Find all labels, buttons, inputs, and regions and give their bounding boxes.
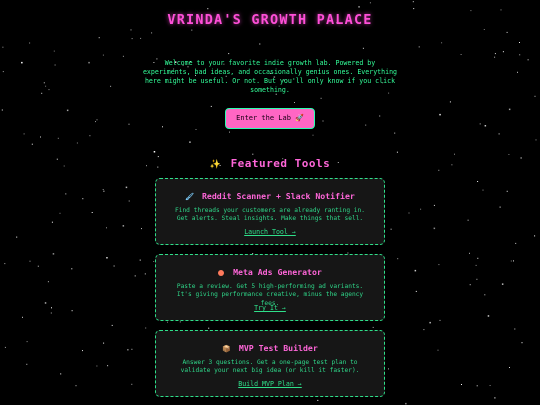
try-it-link[interactable]: Try It → bbox=[156, 304, 384, 312]
box-icon: 📦 bbox=[222, 345, 231, 353]
red-dot-icon bbox=[218, 269, 225, 276]
tool-title-label: Reddit Scanner + Slack Notifier bbox=[202, 191, 355, 201]
page: VRINDA'S GROWTH PALACE Welcome to your f… bbox=[0, 0, 540, 405]
tool-description: Answer 3 questions. Get a one-page test … bbox=[180, 359, 360, 375]
tool-card-reddit-scanner: 🖌 Reddit Scanner + Slack Notifier Find t… bbox=[155, 178, 385, 245]
featured-tools-heading: ✨ Featured Tools bbox=[0, 157, 540, 170]
tool-description: Find threads your customers are already … bbox=[175, 207, 365, 223]
tool-title-label: MVP Test Builder bbox=[238, 343, 318, 353]
launch-tool-link[interactable]: Launch Tool → bbox=[156, 228, 384, 236]
brush-icon: 🖌 bbox=[185, 193, 195, 201]
tool-title: Meta Ads Generator bbox=[156, 267, 384, 277]
sparkle-icon: ✨ bbox=[209, 160, 222, 170]
tool-title: 📦 MVP Test Builder bbox=[156, 343, 384, 353]
tool-title-label: Meta Ads Generator bbox=[233, 267, 322, 277]
build-mvp-plan-link[interactable]: Build MVP Plan → bbox=[156, 380, 384, 388]
tool-title: 🖌 Reddit Scanner + Slack Notifier bbox=[156, 191, 384, 201]
intro-text: Welcome to your favorite indie growth la… bbox=[142, 59, 398, 94]
tool-card-mvp-builder: 📦 MVP Test Builder Answer 3 questions. G… bbox=[155, 330, 385, 397]
featured-tools-label: Featured Tools bbox=[230, 157, 331, 170]
tool-card-meta-ads: Meta Ads Generator Paste a review. Get 5… bbox=[155, 254, 385, 321]
enter-lab-button[interactable]: Enter the Lab 🚀 bbox=[225, 108, 315, 129]
page-title: VRINDA'S GROWTH PALACE bbox=[167, 12, 373, 28]
